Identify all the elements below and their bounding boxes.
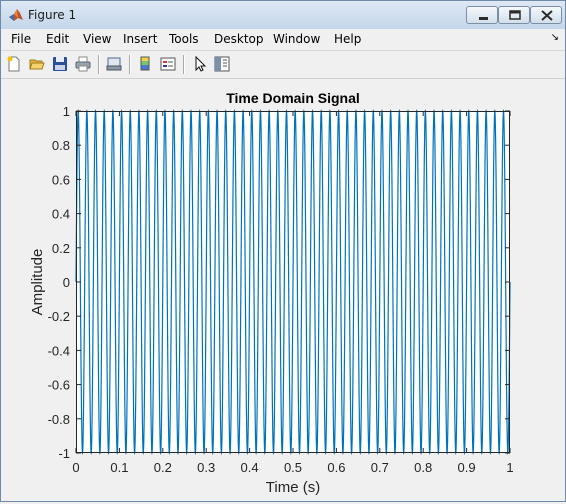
menu-tools[interactable]: Tools <box>169 32 199 46</box>
menu-insert[interactable]: Insert <box>123 32 157 46</box>
matlab-logo-icon <box>9 9 23 21</box>
y-tick-label: 0.2 <box>52 241 70 256</box>
maximize-icon <box>509 10 521 20</box>
y-tick-label: -0.2 <box>48 309 70 324</box>
menu-view[interactable]: View <box>83 32 111 46</box>
y-tick-label: 0.4 <box>52 207 70 222</box>
x-tick-label: 0.1 <box>110 460 128 475</box>
print-preview-icon[interactable] <box>105 55 123 73</box>
toolbar-separator <box>98 55 99 74</box>
y-axis-label: Amplitude <box>29 249 46 316</box>
menu-desktop[interactable]: Desktop <box>214 32 264 46</box>
minimize-button[interactable] <box>466 6 498 24</box>
figure-window: Figure 1 File Edit View Insert Tools Des… <box>0 0 566 502</box>
x-tick-label: 0.4 <box>241 460 259 475</box>
x-tick-label: 0 <box>72 460 79 475</box>
print-icon[interactable] <box>74 55 92 73</box>
menu-bar: File Edit View Insert Tools Desktop Wind… <box>1 29 565 49</box>
x-tick-label: 0.3 <box>197 460 215 475</box>
menu-dock-arrow-icon[interactable]: ↘ <box>551 32 559 43</box>
y-tick-label: -0.4 <box>48 343 70 358</box>
open-file-icon[interactable] <box>28 55 46 73</box>
y-tick-label: -0.8 <box>48 412 70 427</box>
menu-file[interactable]: File <box>11 32 31 46</box>
y-tick-label: -0.6 <box>48 378 70 393</box>
x-axis-label: Time (s) <box>266 479 320 496</box>
line-plot[interactable]: 0 0.1 0.2 0.3 0.4 0.5 0.6 0.7 0.8 0.9 1 1 0.8 0.6 0.4… <box>2 79 565 501</box>
x-tick-label: 0.6 <box>327 460 345 475</box>
edit-plot-arrow-icon[interactable] <box>191 55 209 73</box>
property-editor-icon[interactable] <box>213 55 231 73</box>
minimize-icon <box>479 17 488 20</box>
x-tick-label: 0.7 <box>371 460 389 475</box>
menu-window[interactable]: Window <box>273 32 320 46</box>
figure-toolbar <box>1 50 565 79</box>
x-tick-label: 0.5 <box>284 460 302 475</box>
title-bar[interactable]: Figure 1 <box>1 1 565 29</box>
close-button[interactable] <box>530 6 562 24</box>
toolbar-separator <box>129 55 130 74</box>
menu-edit[interactable]: Edit <box>46 32 69 46</box>
save-icon[interactable] <box>51 55 69 73</box>
y-tick-label: -1 <box>58 446 70 461</box>
x-tick-label: 0.9 <box>458 460 476 475</box>
window-title: Figure 1 <box>28 8 77 22</box>
y-tick-label: 0.6 <box>52 172 70 187</box>
toolbar-separator <box>183 55 184 74</box>
x-tick-label: 0.8 <box>414 460 432 475</box>
y-tick-label: 0.8 <box>52 138 70 153</box>
insert-colorbar-icon[interactable] <box>136 55 154 73</box>
insert-legend-icon[interactable] <box>159 55 177 73</box>
chart-title: Time Domain Signal <box>226 90 360 106</box>
menu-help[interactable]: Help <box>334 32 361 46</box>
new-figure-icon[interactable] <box>5 55 23 73</box>
figure-canvas: 0 0.1 0.2 0.3 0.4 0.5 0.6 0.7 0.8 0.9 1 1 0.8 0.6 0.4… <box>2 79 565 501</box>
close-icon <box>541 10 553 21</box>
x-tick-label: 0.2 <box>154 460 172 475</box>
y-tick-label: 1 <box>63 104 70 119</box>
y-tick-label: 0 <box>63 275 70 290</box>
maximize-button[interactable] <box>498 6 530 24</box>
x-tick-label: 1 <box>506 460 513 475</box>
